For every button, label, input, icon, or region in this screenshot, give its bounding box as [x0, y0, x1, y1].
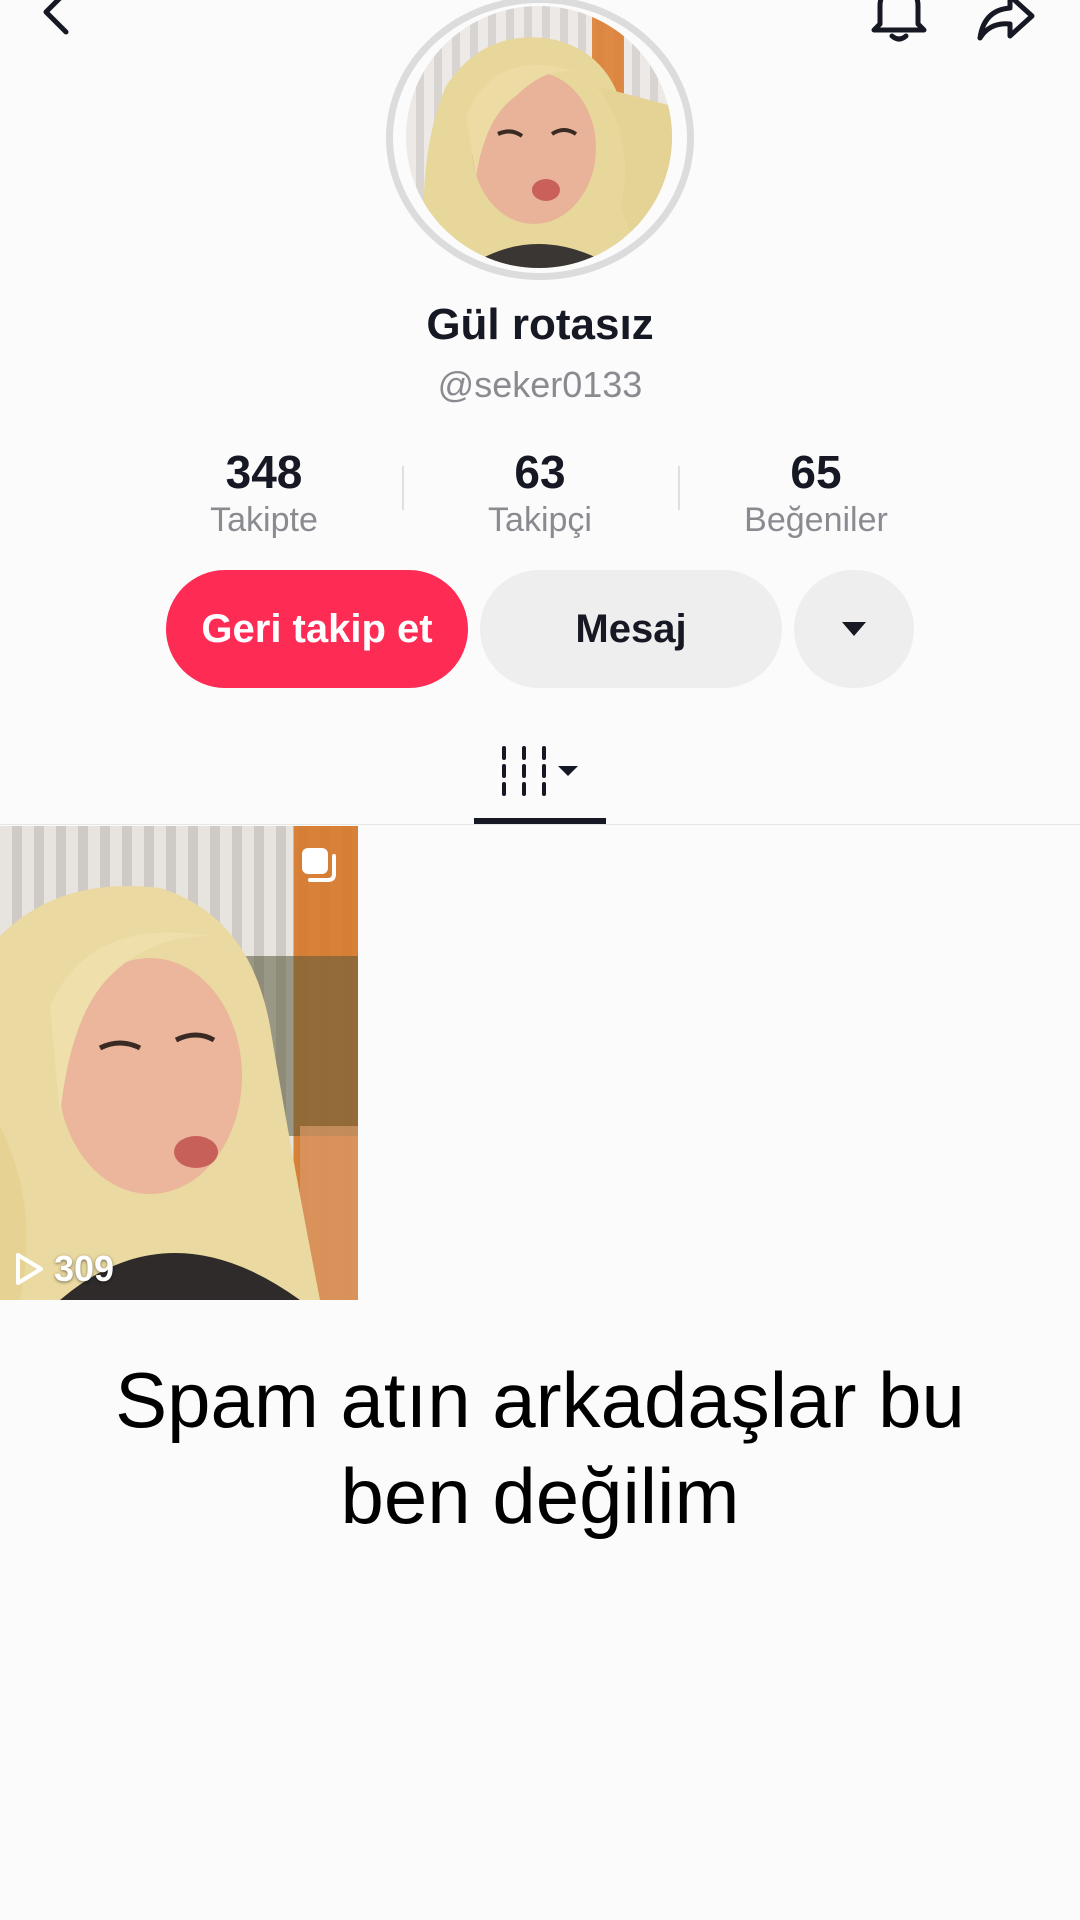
share-button[interactable] [970, 0, 1042, 50]
back-icon [43, 0, 69, 35]
display-name: Gül rotasız [426, 300, 654, 349]
likes-label: Beğeniler [744, 501, 888, 539]
chevron-down-icon [842, 622, 866, 636]
avatar-photo [423, 37, 672, 268]
video-thumbnail[interactable]: 309 [0, 826, 358, 1300]
view-count-text: 309 [54, 1248, 115, 1289]
avatar[interactable] [406, 6, 672, 268]
back-button[interactable] [28, 0, 88, 42]
follow-back-button[interactable]: Geri takip et [166, 570, 468, 688]
following-count: 348 [225, 446, 303, 498]
more-options-button[interactable] [794, 570, 914, 688]
caption-text: Spam atın arkadaşlar bu ben değilim [115, 1356, 965, 1540]
tab-videos[interactable] [474, 738, 606, 822]
stat-divider [678, 466, 680, 510]
bell-icon [871, 0, 927, 42]
following-stat[interactable]: 348 Takipte [134, 446, 394, 540]
play-icon [16, 1253, 43, 1285]
stat-divider [402, 466, 404, 510]
view-count: 309 [14, 1248, 114, 1290]
username: @seker0133 [437, 364, 643, 405]
grid-icon [502, 746, 578, 796]
followers-label: Takipçi [488, 501, 592, 539]
likes-stat[interactable]: 65 Beğeniler [686, 446, 946, 540]
notification-button[interactable] [862, 0, 936, 46]
multi-photo-icon [302, 848, 336, 882]
video-photo [0, 886, 358, 1300]
following-label: Takipte [210, 501, 318, 539]
message-button[interactable]: Mesaj [480, 570, 782, 688]
chevron-down-icon [558, 766, 578, 776]
followers-stat[interactable]: 63 Takipçi [410, 446, 670, 540]
divider [0, 824, 1080, 825]
likes-count: 65 [790, 446, 842, 498]
followers-count: 63 [514, 446, 566, 498]
share-icon [977, 0, 1035, 41]
